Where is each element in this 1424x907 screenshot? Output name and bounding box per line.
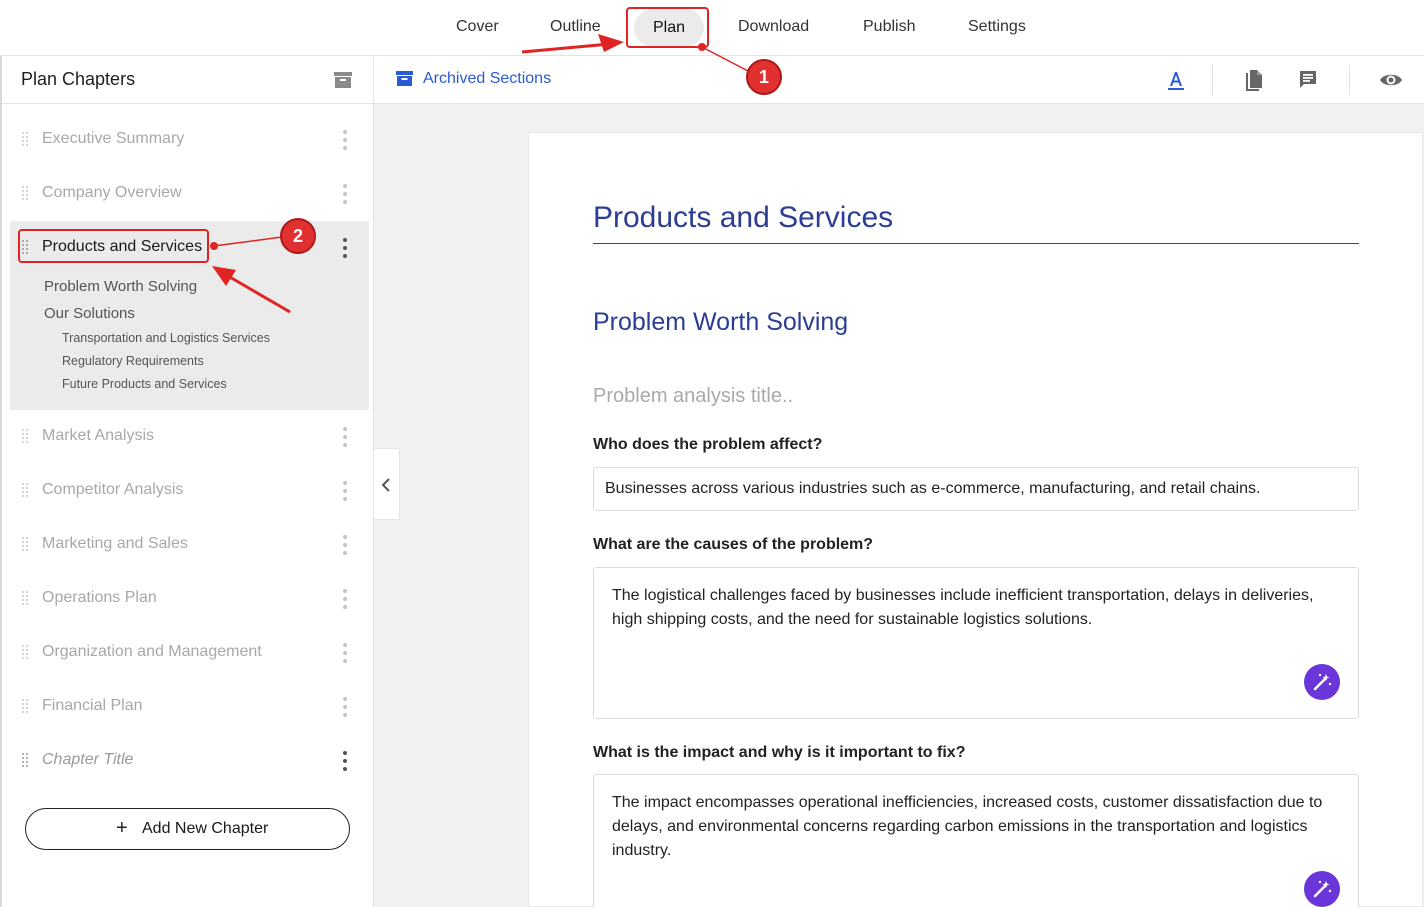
ai-magic-button[interactable] xyxy=(1304,664,1340,700)
section-problem-worth-solving[interactable]: Problem Worth Solving xyxy=(44,278,197,295)
add-new-chapter-label: Add New Chapter xyxy=(142,820,269,837)
archive-icon xyxy=(396,71,413,86)
drag-handle-icon[interactable] xyxy=(22,240,30,256)
archive-icon[interactable] xyxy=(333,70,353,90)
more-options-icon[interactable] xyxy=(342,751,348,771)
answer-field-causes[interactable]: The logistical challenges faced by busin… xyxy=(593,567,1359,719)
chapter-executive-summary[interactable]: Executive Summary xyxy=(2,113,374,167)
tab-plan[interactable]: Plan xyxy=(634,9,704,47)
section-our-solutions[interactable]: Our Solutions xyxy=(44,305,135,322)
add-new-chapter-button[interactable]: + Add New Chapter xyxy=(25,808,350,850)
more-options-icon[interactable] xyxy=(342,184,348,204)
tab-publish[interactable]: Publish xyxy=(863,18,915,36)
eye-icon[interactable] xyxy=(1379,68,1403,92)
chapter-marketing-and-sales[interactable]: Marketing and Sales xyxy=(2,518,374,572)
question-label: What is the impact and why is it importa… xyxy=(593,744,966,761)
collapse-sidebar-button[interactable] xyxy=(374,448,400,520)
chapter-label: Company Overview xyxy=(42,184,182,201)
chapter-label: Market Analysis xyxy=(42,427,155,444)
document-page: Products and Services Problem Worth Solv… xyxy=(528,132,1423,907)
chapter-market-analysis[interactable]: Market Analysis xyxy=(2,410,374,464)
chapter-operations-plan[interactable]: Operations Plan xyxy=(2,572,374,626)
chapter-label: Operations Plan xyxy=(42,589,157,606)
document-icon[interactable] xyxy=(1242,68,1266,92)
chapter-label: Marketing and Sales xyxy=(42,535,188,552)
text-format-icon[interactable] xyxy=(1164,68,1188,92)
question-label: Who does the problem affect? xyxy=(593,436,823,453)
tab-download[interactable]: Download xyxy=(738,18,809,36)
section-heading: Problem Worth Solving xyxy=(593,308,849,336)
more-options-icon[interactable] xyxy=(342,643,348,663)
chapter-label: Chapter Title xyxy=(42,751,134,768)
more-options-icon[interactable] xyxy=(342,589,348,609)
plus-icon: + xyxy=(116,817,128,839)
magic-wand-icon xyxy=(1313,880,1332,898)
archived-sections-label: Archived Sections xyxy=(423,70,552,87)
chevron-left-icon xyxy=(381,478,390,492)
subsection-transportation[interactable]: Transportation and Logistics Services xyxy=(62,331,270,345)
chapter-heading: Products and Services xyxy=(593,201,894,234)
drag-handle-icon[interactable] xyxy=(22,537,30,553)
more-options-icon[interactable] xyxy=(342,535,348,555)
drag-handle-icon[interactable] xyxy=(22,132,30,148)
question-label: What are the causes of the problem? xyxy=(593,536,874,553)
tab-settings[interactable]: Settings xyxy=(968,18,1026,36)
tab-outline[interactable]: Outline xyxy=(550,18,601,36)
drag-handle-icon[interactable] xyxy=(22,699,30,715)
subsection-regulatory[interactable]: Regulatory Requirements xyxy=(62,354,204,368)
chapter-title-new[interactable]: Chapter Title xyxy=(2,734,374,788)
chapter-label: Organization and Management xyxy=(42,643,262,660)
sidebar-title: Plan Chapters xyxy=(21,69,136,89)
chapter-financial-plan[interactable]: Financial Plan xyxy=(2,680,374,734)
chapter-competitor-analysis[interactable]: Competitor Analysis xyxy=(2,464,374,518)
sidebar-header: Plan Chapters xyxy=(2,56,373,104)
archived-sections-link[interactable]: Archived Sections xyxy=(396,69,596,91)
chapter-label: Executive Summary xyxy=(42,130,185,147)
answer-field-affect[interactable]: Businesses across various industries suc… xyxy=(593,467,1359,511)
more-options-icon[interactable] xyxy=(342,130,348,150)
chapter-label: Competitor Analysis xyxy=(42,481,184,498)
active-chapter-label[interactable]: Products and Services xyxy=(42,238,202,256)
more-options-icon[interactable] xyxy=(342,481,348,501)
drag-handle-icon[interactable] xyxy=(22,645,30,661)
toolbar-divider xyxy=(1212,65,1213,95)
tab-cover[interactable]: Cover xyxy=(456,18,499,36)
analysis-title-input[interactable]: Problem analysis title.. xyxy=(593,385,793,408)
more-options-icon[interactable] xyxy=(342,238,348,258)
subsection-future-products[interactable]: Future Products and Services xyxy=(62,377,227,391)
drag-handle-icon[interactable] xyxy=(22,591,30,607)
comment-icon[interactable] xyxy=(1296,68,1320,92)
editor-toolbar: Archived Sections xyxy=(374,56,1424,104)
heading-divider xyxy=(593,243,1359,244)
drag-handle-icon[interactable] xyxy=(22,429,30,445)
chapter-organization-and-management[interactable]: Organization and Management xyxy=(2,626,374,680)
chapter-company-overview[interactable]: Company Overview xyxy=(2,167,374,221)
drag-handle-icon[interactable] xyxy=(22,186,30,202)
more-options-icon[interactable] xyxy=(342,697,348,717)
toolbar-divider xyxy=(1349,65,1350,95)
answer-text: The impact encompasses operational ineff… xyxy=(612,794,1323,859)
magic-wand-icon xyxy=(1313,673,1332,691)
chapter-label: Financial Plan xyxy=(42,697,143,714)
answer-text: The logistical challenges faced by busin… xyxy=(612,587,1314,628)
plan-chapters-sidebar: Plan Chapters Executive Summary Company … xyxy=(0,56,374,907)
answer-field-impact[interactable]: The impact encompasses operational ineff… xyxy=(593,774,1359,907)
top-navigation: Cover Outline Plan Download Publish Sett… xyxy=(0,0,1424,56)
editor-canvas: Products and Services Problem Worth Solv… xyxy=(374,104,1424,907)
drag-handle-icon[interactable] xyxy=(22,483,30,499)
ai-magic-button[interactable] xyxy=(1304,871,1340,907)
more-options-icon[interactable] xyxy=(342,427,348,447)
drag-handle-icon[interactable] xyxy=(22,753,30,769)
